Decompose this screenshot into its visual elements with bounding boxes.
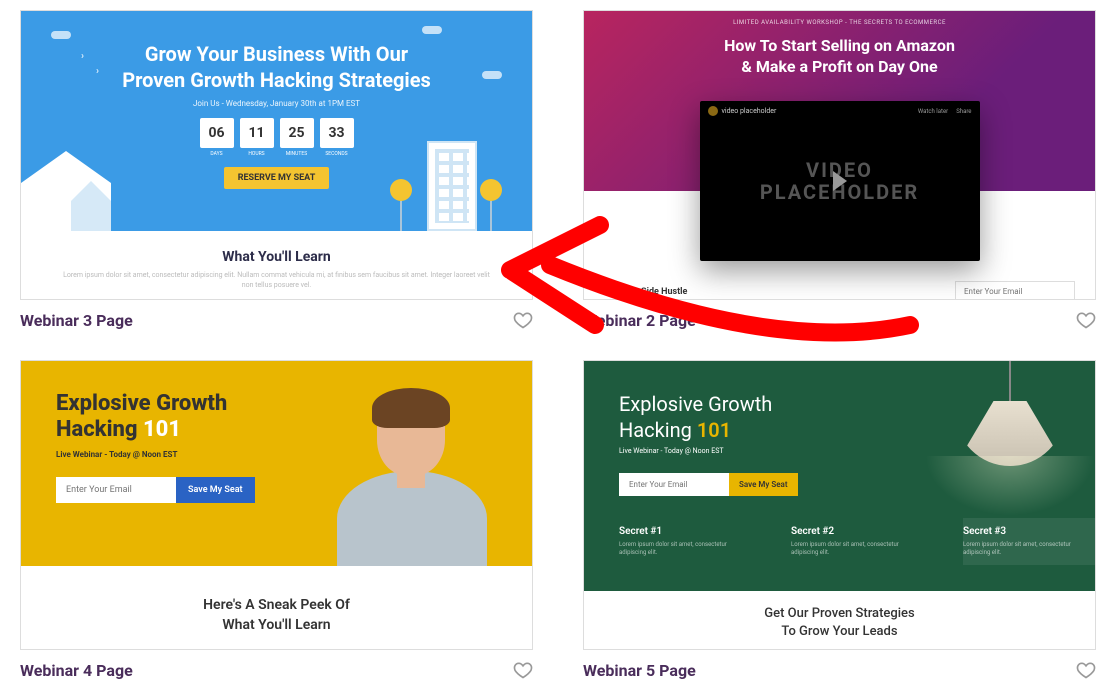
person-image — [322, 386, 502, 566]
section-heading: Get Our Proven StrategiesTo Grow Your Le… — [624, 605, 1055, 641]
template-title: Webinar 2 Page — [583, 311, 696, 330]
hero-heading: How To Start Selling on Amazon& Make a P… — [584, 36, 1095, 78]
avatar-icon — [708, 106, 718, 116]
video-placeholder[interactable]: video placeholder Watch laterShare VIDEO… — [700, 101, 980, 261]
countdown-minutes-value: 25 — [280, 118, 314, 148]
favorite-icon[interactable] — [513, 660, 533, 680]
secret-item: Secret #3Lorem ipsum dolor sit amet, con… — [963, 518, 1096, 565]
reserve-seat-button[interactable]: RESERVE MY SEAT — [224, 167, 330, 189]
countdown-hours-value: 11 — [240, 118, 274, 148]
hero-section: Explosive GrowthHacking 101 Live Webinar… — [584, 361, 1095, 591]
cloud-decoration — [482, 71, 502, 79]
template-title: Webinar 4 Page — [20, 661, 133, 680]
template-title: Webinar 5 Page — [583, 661, 696, 680]
hero-subtext: Join Us - Wednesday, January 30th at 1PM… — [21, 99, 532, 108]
template-card-webinar-5: Explosive GrowthHacking 101 Live Webinar… — [583, 360, 1096, 680]
content-section: Get Our Proven StrategiesTo Grow Your Le… — [584, 591, 1095, 650]
content-section: Here's A Sneak Peek OfWhat You'll Learn … — [21, 566, 532, 650]
section-heading: What You'll Learn — [61, 249, 492, 265]
countdown-days-value: 06 — [200, 118, 234, 148]
hero-section: › › Grow Your Business With OurProven Gr… — [21, 11, 532, 231]
template-card-webinar-3: › › Grow Your Business With OurProven Gr… — [20, 10, 533, 330]
tree-decoration — [400, 201, 402, 231]
content-section: What You'll Learn Lorem ipsum dolor sit … — [21, 231, 532, 300]
side-label: Learn To Side Hustle — [604, 287, 687, 297]
favorite-icon[interactable] — [1076, 660, 1096, 680]
favorite-icon[interactable] — [513, 310, 533, 330]
countdown-seconds-value: 33 — [320, 118, 354, 148]
secrets-row: Secret #1Lorem ipsum dolor sit amet, con… — [619, 526, 1095, 557]
cloud-decoration — [422, 26, 442, 34]
watch-later-button[interactable]: Watch later — [918, 108, 948, 115]
share-button[interactable]: Share — [956, 108, 971, 115]
template-thumbnail[interactable]: LIMITED AVAILABILITY WORKSHOP - THE SECR… — [583, 10, 1096, 300]
play-icon[interactable] — [833, 171, 847, 191]
top-banner-text: LIMITED AVAILABILITY WORKSHOP - THE SECR… — [584, 19, 1095, 26]
bird-decoration: › — [96, 66, 99, 77]
section-heading: Here's A Sneak Peek OfWhat You'll Learn — [61, 596, 492, 635]
lamp-image — [955, 361, 1065, 466]
hero-section: Explosive GrowthHacking 101 Live Webinar… — [21, 361, 532, 566]
secret-item: Secret #2Lorem ipsum dolor sit amet, con… — [791, 526, 923, 557]
building-decoration — [427, 141, 477, 231]
template-thumbnail[interactable]: Explosive GrowthHacking 101 Live Webinar… — [583, 360, 1096, 650]
save-seat-button[interactable]: Save My Seat — [176, 477, 255, 503]
template-title: Webinar 3 Page — [20, 311, 133, 330]
section-text: Lorem ipsum dolor sit amet, consectetur … — [61, 271, 492, 291]
template-grid: › › Grow Your Business With OurProven Gr… — [20, 10, 1096, 680]
tree-decoration — [490, 201, 492, 231]
video-label: video placeholder — [722, 107, 777, 115]
save-seat-button[interactable]: Save My Seat — [729, 473, 798, 496]
bird-decoration: › — [81, 51, 84, 62]
template-card-webinar-4: Explosive GrowthHacking 101 Live Webinar… — [20, 360, 533, 680]
template-thumbnail[interactable]: › › Grow Your Business With OurProven Gr… — [20, 10, 533, 300]
template-card-webinar-2: LIMITED AVAILABILITY WORKSHOP - THE SECR… — [583, 10, 1096, 330]
secret-item: Secret #1Lorem ipsum dolor sit amet, con… — [619, 526, 751, 557]
email-input[interactable] — [955, 281, 1075, 300]
template-thumbnail[interactable]: Explosive GrowthHacking 101 Live Webinar… — [20, 360, 533, 650]
favorite-icon[interactable] — [1076, 310, 1096, 330]
cloud-decoration — [51, 31, 71, 39]
email-input[interactable] — [619, 473, 729, 496]
email-input[interactable] — [56, 477, 176, 503]
